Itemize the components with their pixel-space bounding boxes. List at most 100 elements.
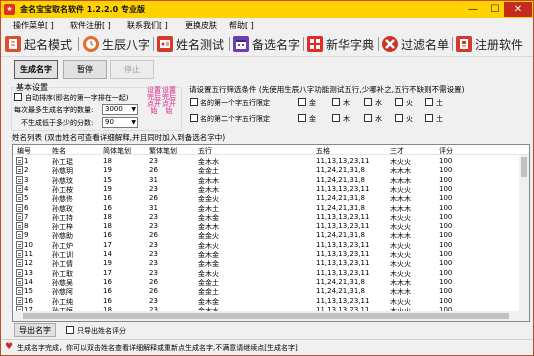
second-char-water-checkbox[interactable] (364, 114, 372, 122)
menu-contact[interactable]: 联系我们[ ] (127, 20, 168, 31)
menu-skin[interactable]: 更换皮肤 (185, 20, 217, 31)
close-button[interactable]: ✕ (504, 2, 532, 17)
document-icon (16, 240, 23, 249)
col-header-score[interactable]: 评分 (439, 146, 453, 156)
cell-wuge: 11,24,21,31,8 (316, 287, 365, 296)
col-header-wuxing[interactable]: 五行 (198, 146, 212, 156)
cell-simplified-strokes: 19 (103, 166, 112, 175)
second-char-fire-checkbox[interactable] (395, 114, 403, 122)
vertical-scroll-thumb[interactable] (521, 157, 527, 177)
cell-score: 100 (439, 194, 453, 203)
dictionary-icon (307, 36, 323, 52)
cell-index: 11 (24, 250, 33, 258)
export-names-button[interactable]: 导出名字 (14, 323, 56, 337)
first-char-metal-checkbox[interactable] (298, 98, 306, 106)
cell-score: 100 (439, 212, 453, 221)
generate-names-button[interactable]: 生成名字 (14, 60, 58, 79)
cell-wuge: 11,13,13,23,11 (316, 157, 370, 165)
cell-traditional-strokes: 23 (149, 184, 158, 193)
name-test-icon (157, 36, 173, 52)
cell-traditional-strokes: 26 (149, 166, 158, 175)
cell-index: 8 (24, 222, 29, 231)
toolbar-naming-mode[interactable]: 起名模式 (5, 34, 72, 54)
first-char-metal-label: 金 (309, 99, 316, 107)
vertical-scrollbar[interactable] (519, 155, 529, 321)
toolbar-register-software[interactable]: 注册软件 (456, 34, 523, 54)
minimize-button[interactable]: — (463, 2, 483, 17)
toolbar-candidate-names[interactable]: 备选名字 (233, 34, 300, 54)
document-icon (16, 268, 23, 277)
first-char-fire-checkbox[interactable] (395, 98, 403, 106)
toolbar-register-software-label: 注册软件 (475, 37, 524, 52)
second-char-wuxing-checkbox[interactable] (190, 114, 198, 122)
min-score-select[interactable]: 90 ▼ (102, 117, 138, 128)
cell-index: 6 (24, 203, 29, 212)
export-only-score-checkbox[interactable] (66, 326, 74, 334)
cell-index: 14 (24, 277, 33, 286)
cell-index: 2 (24, 166, 29, 175)
toolbar-separator (78, 37, 79, 51)
first-char-wood-checkbox[interactable] (332, 98, 340, 106)
title-bar[interactable]: ★ 金名宝宝取名软件 1.2.2.0 专业版 — ☐ ✕ (1, 1, 533, 18)
cell-wuge: 11,13,13,23,11 (316, 222, 370, 231)
chevron-down-icon: ▼ (131, 106, 136, 113)
cell-index: 9 (24, 231, 29, 240)
first-char-water-checkbox[interactable] (364, 98, 372, 106)
second-char-wood-checkbox[interactable] (332, 114, 340, 122)
col-header-name[interactable]: 姓名 (52, 146, 66, 156)
max-count-select[interactable]: 3000 ▼ (102, 104, 138, 115)
menu-help[interactable]: 帮助[ ] (229, 20, 254, 31)
col-header-traditional-strokes[interactable]: 繁体笔划 (149, 146, 177, 156)
heart-icon: ♥ (5, 342, 14, 352)
cell-wuge: 11,24,21,31,8 (316, 175, 365, 184)
second-char-earth-checkbox[interactable] (425, 114, 433, 122)
cell-index: 15 (24, 287, 33, 296)
grid-header: 编号 姓名 简体笔划 繁体笔划 五行 五格 三才 评分 (13, 145, 529, 155)
calendar-icon (233, 36, 249, 52)
cell-index: 16 (24, 296, 33, 305)
document-icon (16, 203, 23, 212)
toolbar-xinhua-dictionary[interactable]: 新华字典 (307, 34, 374, 54)
cell-wuge: 11,13,13,23,11 (316, 184, 370, 193)
cell-score: 100 (439, 166, 453, 175)
pause-button[interactable]: 暂停 (63, 60, 107, 79)
col-header-sancai[interactable]: 三才 (390, 146, 404, 156)
col-header-index[interactable]: 编号 (17, 146, 31, 156)
toolbar-filter-list-label: 过滤名单 (401, 37, 450, 52)
toolbar-separator (303, 37, 304, 51)
toolbar-name-test[interactable]: 姓名测试 (157, 34, 224, 54)
stop-button[interactable]: 停止 (110, 60, 154, 79)
second-char-metal-checkbox[interactable] (298, 114, 306, 122)
toolbar-filter-list[interactable]: 过滤名单 (382, 34, 449, 54)
horizontal-scrollbar[interactable] (13, 311, 519, 321)
toolbar-separator (229, 37, 230, 51)
first-char-wuxing-label: 名的第一个字五行限定 (200, 99, 270, 107)
cell-wuge: 11,24,21,31,8 (316, 166, 365, 175)
toolbar-birth-chart[interactable]: 生辰八字 (83, 34, 150, 54)
document-icon (16, 287, 23, 296)
min-score-label: 不生成低于多少的分数: (21, 119, 94, 127)
cell-simplified-strokes: 18 (103, 212, 112, 221)
cell-score: 100 (439, 268, 453, 277)
cell-index: 12 (24, 259, 33, 268)
cell-simplified-strokes: 17 (103, 268, 112, 277)
first-char-water-label: 水 (375, 99, 382, 107)
cell-simplified-strokes: 18 (103, 222, 112, 231)
menu-operations[interactable]: 操作菜单[ ] (13, 20, 54, 31)
cell-score: 100 (439, 184, 453, 193)
auto-sort-checkbox[interactable] (14, 93, 22, 101)
document-icon (16, 212, 23, 221)
horizontal-scroll-thumb[interactable] (23, 313, 509, 319)
doc-edit-icon (5, 36, 21, 52)
menu-register[interactable]: 软件注册[ ] (70, 20, 111, 31)
first-char-earth-checkbox[interactable] (425, 98, 433, 106)
first-char-wuxing-checkbox[interactable] (190, 98, 198, 106)
name-list-grid: 编号 姓名 简体笔划 繁体笔划 五行 五格 三才 评分 1 孙工琨 18 23 金木水 1… (12, 144, 530, 322)
col-header-wuge[interactable]: 五格 (316, 146, 330, 156)
cell-simplified-strokes: 19 (103, 259, 112, 268)
cell-traditional-strokes: 23 (149, 157, 158, 165)
maximize-button[interactable]: ☐ (485, 2, 505, 17)
col-header-simplified-strokes[interactable]: 简体笔划 (103, 146, 131, 156)
cell-simplified-strokes: 18 (103, 157, 112, 165)
register-icon (456, 36, 472, 52)
